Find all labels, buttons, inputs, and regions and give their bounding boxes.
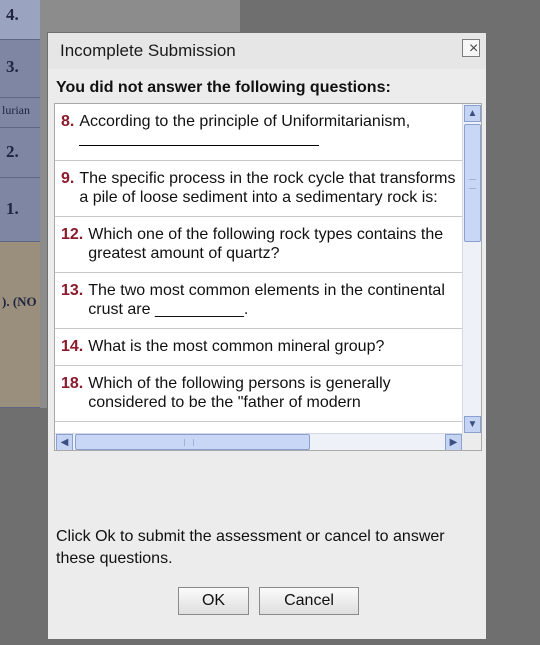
list-item: 13. The two most common elements in the …	[55, 273, 463, 329]
questions-list-content: 8. According to the principle of Uniform…	[55, 104, 463, 434]
question-number: 13.	[61, 282, 84, 299]
unanswered-questions-list[interactable]: 8. According to the principle of Uniform…	[54, 103, 482, 451]
background-cell: 2.	[0, 128, 40, 178]
dialog-titlebar: Incomplete Submission ×	[48, 33, 486, 69]
scroll-left-button[interactable]: ◀	[56, 434, 73, 450]
grip-icon	[469, 179, 476, 189]
question-text: Which of the following persons is genera…	[88, 375, 391, 411]
close-button[interactable]: ×	[462, 39, 480, 57]
vertical-scrollbar[interactable]: ▲ ▼	[462, 104, 481, 434]
background-column: 4. 3. lurian 2. 1. ). (NO	[0, 0, 40, 408]
chevron-right-icon: ▶	[449, 437, 458, 448]
question-text: Which one of the following rock types co…	[88, 226, 444, 262]
chevron-left-icon: ◀	[60, 437, 69, 448]
question-text: What is the most common mineral group?	[88, 338, 385, 355]
chevron-up-icon: ▲	[467, 108, 478, 119]
close-icon: ×	[469, 40, 479, 57]
background-cell: lurian	[0, 98, 40, 128]
dialog-heading: You did not answer the following questio…	[56, 79, 391, 96]
background-cell: ). (NO	[0, 242, 40, 408]
question-text: The specific process in the rock cycle t…	[79, 170, 456, 206]
scroll-right-button[interactable]: ▶	[445, 434, 462, 450]
ok-button[interactable]: OK	[178, 587, 249, 615]
vertical-scroll-thumb[interactable]	[464, 124, 481, 242]
list-item: 18. Which of the following persons is ge…	[55, 366, 463, 422]
scroll-down-button[interactable]: ▼	[464, 416, 481, 433]
question-text-content: According to the principle of Uniformita…	[79, 113, 411, 130]
list-item: 9. The specific process in the rock cycl…	[55, 161, 463, 217]
background-cell: 1.	[0, 178, 40, 242]
instruction-text: Click Ok to submit the assessment or can…	[56, 528, 445, 567]
list-item: 14. What is the most common mineral grou…	[55, 329, 463, 366]
list-item: 12. Which one of the following rock type…	[55, 217, 463, 273]
cancel-button[interactable]: Cancel	[259, 587, 359, 615]
question-text: According to the principle of Uniformita…	[79, 112, 457, 151]
dialog-title: Incomplete Submission	[60, 41, 236, 60]
background-cell: 4.	[0, 0, 40, 40]
background-cell: 3.	[0, 40, 40, 98]
list-item: 8. According to the principle of Uniform…	[55, 104, 463, 161]
answer-blank-line	[79, 131, 320, 146]
question-text: The two most common elements in the cont…	[88, 282, 445, 318]
question-number: 9.	[61, 170, 75, 187]
horizontal-scrollbar[interactable]: ◀ ▶	[55, 433, 463, 450]
incomplete-submission-dialog: Incomplete Submission × You did not answ…	[47, 32, 487, 640]
horizontal-scroll-thumb[interactable]	[75, 434, 310, 450]
grip-icon	[184, 439, 194, 446]
question-number: 18.	[61, 375, 84, 392]
chevron-down-icon: ▼	[467, 419, 478, 430]
question-number: 8.	[61, 113, 75, 130]
scrollbar-corner	[462, 433, 481, 450]
question-number: 14.	[61, 338, 84, 355]
question-number: 12.	[61, 226, 84, 243]
scroll-up-button[interactable]: ▲	[464, 105, 481, 122]
